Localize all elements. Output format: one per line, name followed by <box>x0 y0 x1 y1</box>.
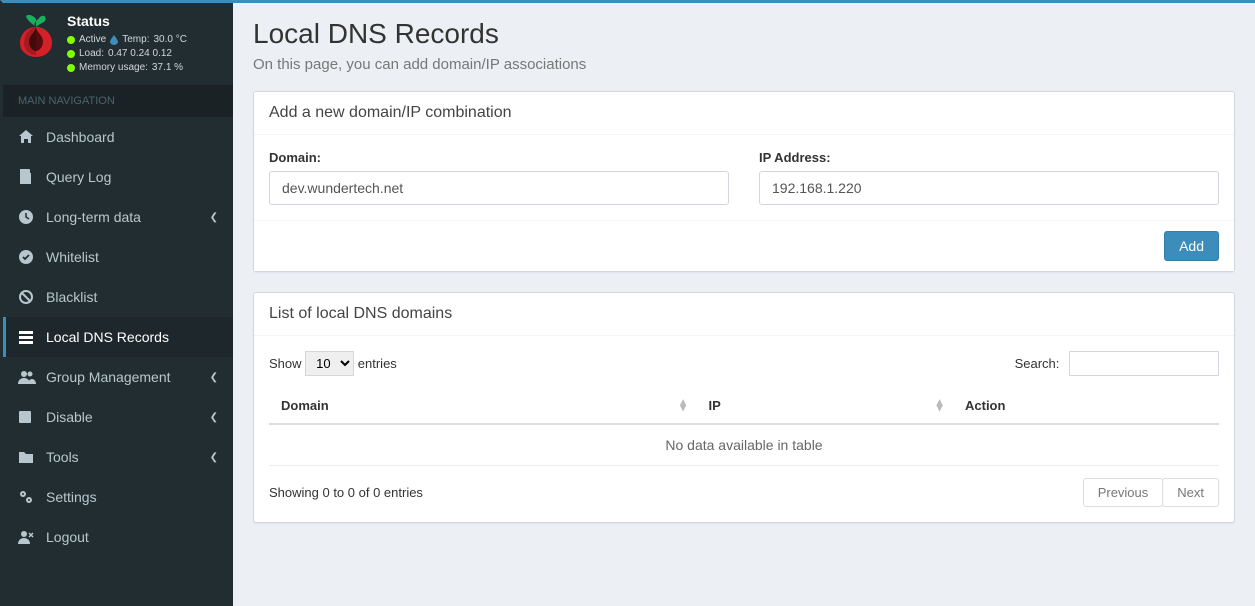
list-box: List of local DNS domains Show 10 entrie… <box>253 292 1235 523</box>
table-search-control: Search: <box>1015 351 1219 376</box>
cogs-icon <box>18 489 36 505</box>
nav-item-group-management[interactable]: Group Management ❮ <box>3 357 233 397</box>
nav-label: Local DNS Records <box>46 329 218 345</box>
nav-item-dashboard[interactable]: Dashboard <box>3 117 233 157</box>
col-ip[interactable]: IP ▲▼ <box>697 388 954 424</box>
nav-header: MAIN NAVIGATION <box>3 85 233 117</box>
ip-label: IP Address: <box>759 150 1219 165</box>
next-button[interactable]: Next <box>1162 478 1219 507</box>
status-dot-icon <box>67 50 75 58</box>
status-active-label: Active <box>79 33 106 47</box>
add-button[interactable]: Add <box>1164 231 1219 261</box>
load-value: 0.47 0.24 0.12 <box>108 47 172 61</box>
col-action: Action <box>953 388 1219 424</box>
sidebar: Status Active Temp: 30.0 °C Load: 0.47 0… <box>3 3 233 606</box>
nav-item-local-dns-records[interactable]: Local DNS Records <box>3 317 233 357</box>
show-label: Show <box>269 356 302 371</box>
nav-label: Dashboard <box>46 129 218 145</box>
user-x-icon <box>18 530 36 544</box>
status-dot-icon <box>67 36 75 44</box>
dns-table: Domain ▲▼ IP ▲▼ Action <box>269 388 1219 466</box>
temp-drop-icon <box>110 35 118 45</box>
clock-icon <box>18 209 36 225</box>
add-domain-box: Add a new domain/IP combination Domain: … <box>253 91 1235 272</box>
chevron-left-icon: ❮ <box>210 372 218 383</box>
domain-label: Domain: <box>269 150 729 165</box>
nav-label: Settings <box>46 489 218 505</box>
prev-button[interactable]: Previous <box>1083 478 1164 507</box>
nav-label: Query Log <box>46 169 218 185</box>
nav-item-settings[interactable]: Settings <box>3 477 233 517</box>
page-subtitle: On this page, you can add domain/IP asso… <box>253 56 1235 73</box>
nav-item-query-log[interactable]: Query Log <box>3 157 233 197</box>
search-input[interactable] <box>1069 351 1219 376</box>
nav-item-blacklist[interactable]: Blacklist <box>3 277 233 317</box>
check-circle-icon <box>18 249 36 265</box>
sort-icon: ▲▼ <box>934 399 945 412</box>
col-domain[interactable]: Domain ▲▼ <box>269 388 697 424</box>
page-header: Local DNS Records On this page, you can … <box>253 18 1235 73</box>
temp-value: 30.0 °C <box>153 33 186 47</box>
main-content: Local DNS Records On this page, you can … <box>233 3 1255 606</box>
nav-item-whitelist[interactable]: Whitelist <box>3 237 233 277</box>
table-empty-row: No data available in table <box>269 424 1219 466</box>
status-load-line: Load: 0.47 0.24 0.12 <box>67 47 223 61</box>
mem-label: Memory usage: <box>79 61 148 75</box>
status-active-line: Active Temp: 30.0 °C <box>67 33 223 47</box>
nav-label: Whitelist <box>46 249 218 265</box>
folder-icon <box>18 450 36 464</box>
mem-value: 37.1 % <box>152 61 183 75</box>
file-icon <box>18 169 36 185</box>
chevron-left-icon: ❮ <box>210 452 218 463</box>
main-nav: Dashboard Query Log Long-term data ❮ Whi… <box>3 117 233 557</box>
ip-input[interactable] <box>759 171 1219 205</box>
load-label: Load: <box>79 47 104 61</box>
list-icon <box>18 329 36 345</box>
status-info: Status Active Temp: 30.0 °C Load: 0.47 0… <box>67 13 223 75</box>
ban-icon <box>18 289 36 305</box>
temp-label: Temp: <box>122 33 149 47</box>
home-icon <box>18 129 36 145</box>
search-label: Search: <box>1015 356 1060 371</box>
nav-item-logout[interactable]: Logout <box>3 517 233 557</box>
pihole-logo <box>13 13 59 59</box>
nav-item-disable[interactable]: Disable ❮ <box>3 397 233 437</box>
entries-label: entries <box>358 356 397 371</box>
nav-item-tools[interactable]: Tools ❮ <box>3 437 233 477</box>
domain-form-group: Domain: <box>269 150 729 205</box>
nav-label: Blacklist <box>46 289 218 305</box>
nav-label: Long-term data <box>46 209 200 225</box>
ip-form-group: IP Address: <box>759 150 1219 205</box>
add-box-title: Add a new domain/IP combination <box>254 92 1234 135</box>
pagination: Previous Next <box>1084 478 1219 507</box>
chevron-left-icon: ❮ <box>210 212 218 223</box>
length-select[interactable]: 10 <box>305 351 354 376</box>
table-info: Showing 0 to 0 of 0 entries <box>269 485 423 500</box>
nav-item-long-term-data[interactable]: Long-term data ❮ <box>3 197 233 237</box>
sort-icon: ▲▼ <box>678 399 689 412</box>
status-mem-line: Memory usage: 37.1 % <box>67 61 223 75</box>
status-panel: Status Active Temp: 30.0 °C Load: 0.47 0… <box>3 3 233 85</box>
empty-message: No data available in table <box>269 424 1219 466</box>
list-box-title: List of local DNS domains <box>254 293 1234 336</box>
chevron-left-icon: ❮ <box>210 412 218 423</box>
nav-label: Tools <box>46 449 200 465</box>
nav-label: Disable <box>46 409 200 425</box>
stop-icon <box>18 410 36 424</box>
status-title: Status <box>67 13 223 29</box>
status-dot-icon <box>67 64 75 72</box>
users-icon <box>18 370 36 384</box>
domain-input[interactable] <box>269 171 729 205</box>
table-length-control: Show 10 entries <box>269 351 397 376</box>
nav-label: Logout <box>46 529 218 545</box>
nav-label: Group Management <box>46 369 200 385</box>
page-title: Local DNS Records <box>253 18 1235 50</box>
